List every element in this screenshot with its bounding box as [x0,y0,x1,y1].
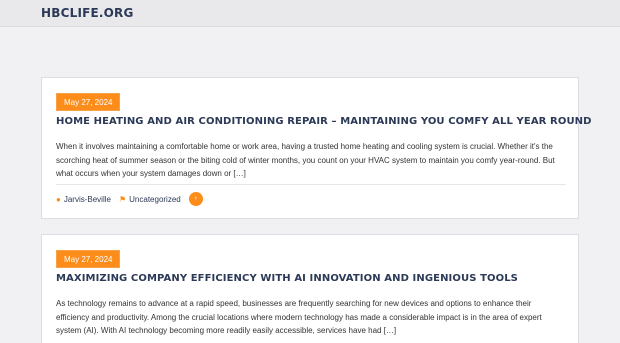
site-header: HBCLIFE.ORG [0,0,620,27]
post-card: May 27, 2024 HOME HEATING AND AIR CONDIT… [41,77,591,219]
post-excerpt: When it involves maintaining a comfortab… [56,142,555,178]
bookmark-icon: ⚑ [118,194,127,204]
post-title-link[interactable]: HOME HEATING AND AIR CONDITIONING REPAIR… [56,116,592,127]
post-date-badge[interactable]: May 27, 2024 [56,93,121,111]
post-category-link[interactable]: Uncategorized [129,195,181,204]
post-date-badge[interactable]: May 27, 2024 [56,250,121,268]
user-icon: ● [56,194,61,204]
post-title-link[interactable]: MAXIMIZING COMPANY EFFICIENCY WITH AI IN… [56,273,518,284]
post-author-link[interactable]: Jarvis-Beville [64,195,111,204]
post-excerpt: As technology remains to advance at a ra… [56,299,542,335]
divider [56,184,566,185]
read-more-button[interactable]: › [188,192,203,206]
site-title-link[interactable]: HBCLIFE.ORG [41,6,134,20]
post-meta: ● Jarvis-Beville ⚑ Uncategorized › [56,192,203,206]
post-card: May 27, 2024 MAXIMIZING COMPANY EFFICIEN… [41,234,579,343]
